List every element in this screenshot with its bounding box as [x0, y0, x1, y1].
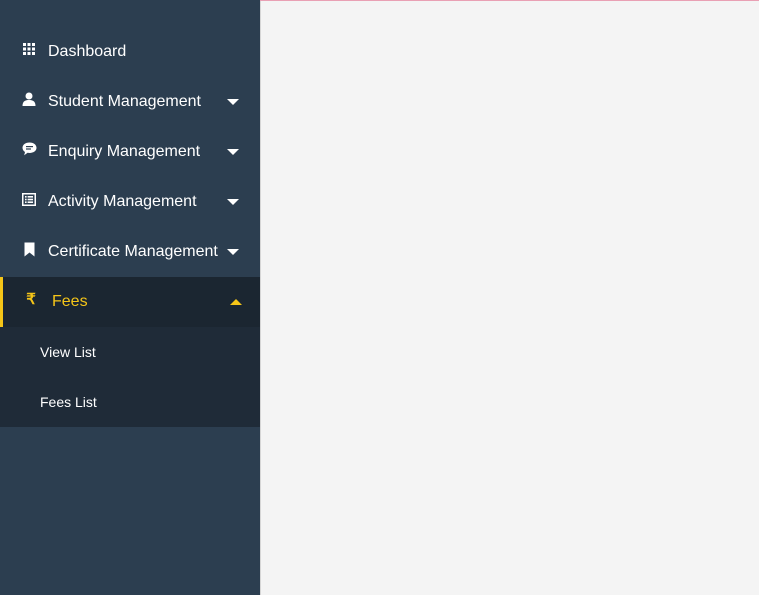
sidebar-item-label: Activity Management — [48, 193, 197, 210]
main-content — [260, 1, 759, 595]
comment-icon — [21, 141, 37, 157]
sidebar-item-dashboard[interactable]: Dashboard — [0, 27, 260, 77]
rupee-icon: ₹ — [23, 291, 39, 307]
submenu-item-view-list[interactable]: View List — [0, 327, 260, 377]
sidebar-item-label: Certificate Management — [48, 243, 218, 260]
sidebar-item-activity-management[interactable]: Activity Management — [0, 177, 260, 227]
grid-icon — [21, 41, 37, 57]
rupee-symbol: ₹ — [26, 290, 36, 308]
list-icon — [21, 191, 37, 207]
chevron-down-icon — [227, 99, 239, 105]
sidebar-item-fees[interactable]: ₹ Fees — [0, 277, 260, 327]
sidebar: Dashboard Student Management Enquiry Man — [0, 0, 260, 595]
submenu-item-fees-list[interactable]: Fees List — [0, 377, 260, 427]
chevron-down-icon — [227, 249, 239, 255]
sidebar-item-label: Enquiry Management — [48, 143, 201, 160]
sidebar-item-certificate-management[interactable]: Certificate Management — [0, 227, 260, 277]
fees-submenu: View List Fees List — [0, 327, 260, 427]
submenu-item-label: View List — [40, 344, 96, 360]
app-window: Dashboard Student Management Enquiry Man — [0, 0, 759, 595]
sidebar-item-label: Student Management — [48, 93, 201, 110]
sidebar-item-label: Dashboard — [48, 43, 127, 60]
user-icon — [21, 91, 37, 107]
sidebar-item-label: Fees — [52, 293, 88, 310]
chevron-down-icon — [227, 149, 239, 155]
sidebar-item-enquiry-management[interactable]: Enquiry Management — [0, 127, 260, 177]
bookmark-icon — [21, 241, 37, 257]
submenu-item-label: Fees List — [40, 394, 97, 410]
sidebar-item-student-management[interactable]: Student Management — [0, 77, 260, 127]
chevron-up-icon — [230, 299, 242, 305]
chevron-down-icon — [227, 199, 239, 205]
